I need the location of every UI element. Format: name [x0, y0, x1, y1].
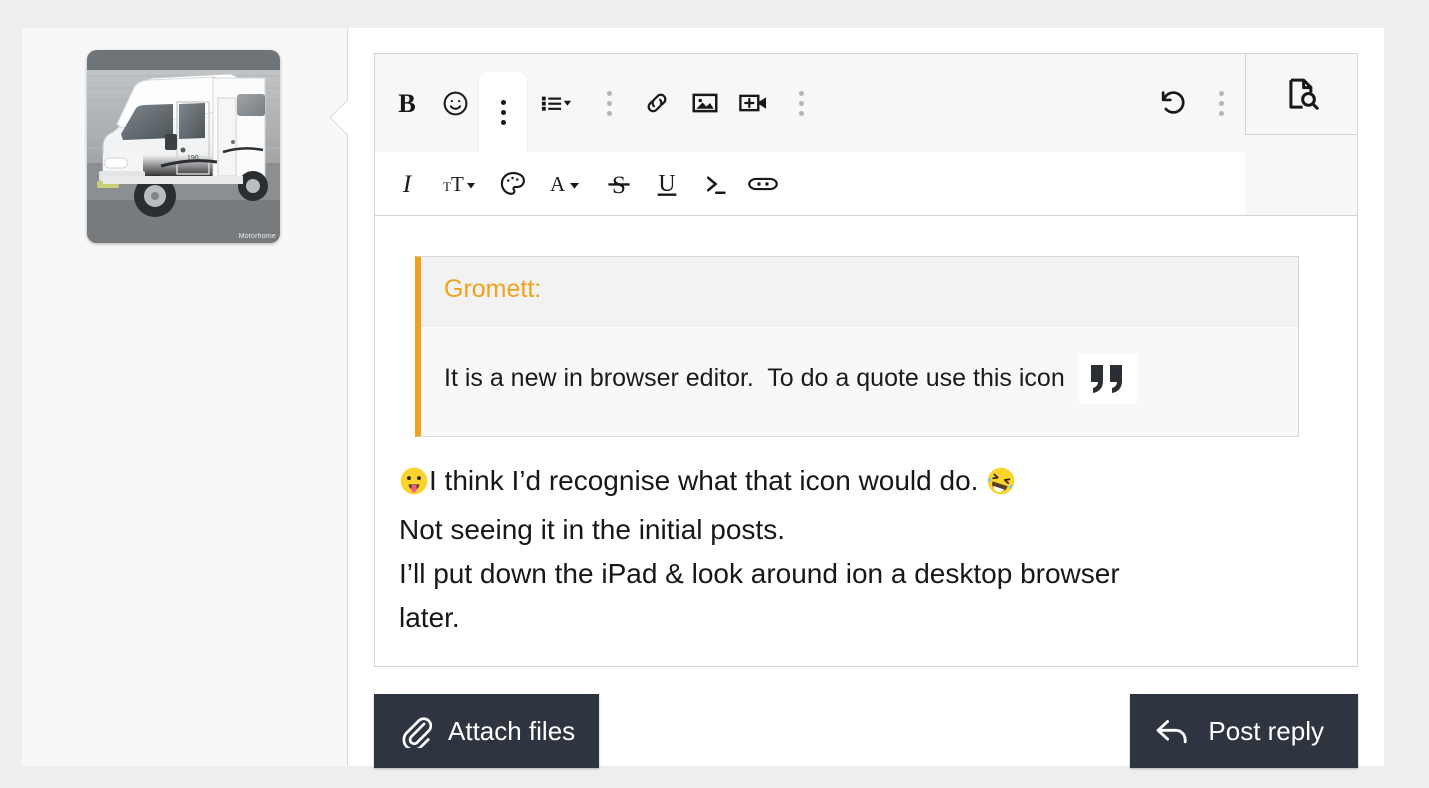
font-size-button[interactable]: T T [431, 160, 489, 208]
quote-block[interactable]: Gromett: It is a new in browser editor. … [415, 256, 1299, 437]
toolbar-rows: B I T T A U [375, 54, 1245, 215]
svg-text:U: U [658, 170, 675, 196]
more-options-button-3[interactable] [777, 79, 825, 127]
attach-files-label: Attach files [448, 716, 576, 747]
spoiler-button[interactable] [739, 160, 787, 208]
editor-toolbar: B I T T A U [374, 53, 1358, 215]
highlight-color-button[interactable] [489, 160, 537, 208]
italic-icon: I [402, 169, 413, 198]
image-button[interactable] [681, 79, 729, 127]
quote-header: Gromett: [421, 257, 1298, 326]
post-line-3: I’ll put down the iPad & look around ion… [399, 558, 1120, 590]
paperclip-icon [402, 717, 432, 749]
video-button[interactable] [729, 79, 777, 127]
link-icon [647, 93, 667, 113]
attach-files-button[interactable]: Attach files [374, 694, 600, 769]
toolbar-row-secondary: I T T A U [375, 152, 1245, 215]
quote-author: Gromett: [444, 275, 542, 303]
reply-arrow-icon [1157, 720, 1188, 744]
avatar-watermark: Motorhome [238, 233, 276, 240]
code-prompt-icon [706, 176, 726, 194]
text-color-icon: A [550, 172, 579, 196]
post-line-1-text: I think I’d recognise what that icon wou… [429, 464, 987, 496]
avatar-column: 190 Motorhome [22, 28, 348, 766]
rofl-emoji [986, 465, 1016, 509]
undo-button[interactable] [1149, 79, 1197, 127]
image-icon [692, 93, 718, 113]
quote-text: It is a new in browser editor. To do a q… [444, 363, 1065, 392]
bold-icon: B [398, 89, 416, 118]
more-options-button-4[interactable] [1197, 79, 1245, 127]
quote-body: It is a new in browser editor. To do a q… [421, 326, 1298, 436]
vertical-dots-icon [606, 90, 612, 116]
svg-text:T: T [443, 179, 451, 194]
palette-icon [500, 171, 525, 195]
code-button[interactable] [691, 160, 739, 208]
face-rofl-icon [987, 467, 1015, 494]
document-search-icon [1288, 78, 1319, 110]
vertical-dots-icon [1218, 90, 1224, 116]
avatar[interactable]: 190 Motorhome [87, 50, 280, 243]
post-text[interactable]: I think I’d recognise what that icon wou… [397, 451, 1335, 641]
post-line-1: I think I’d recognise what that icon wou… [399, 459, 1333, 509]
quote-glyph-icon [1090, 364, 1122, 393]
tongue-out-emoji [399, 465, 429, 509]
text-color-button[interactable]: A [537, 160, 595, 208]
more-options-button-1[interactable] [479, 72, 527, 152]
svg-text:190: 190 [187, 155, 199, 162]
strikethrough-icon: S [608, 171, 630, 198]
spoiler-mask-icon [748, 177, 778, 190]
strikethrough-button[interactable]: S [595, 160, 643, 208]
emoji-button[interactable] [431, 79, 479, 127]
undo-icon [1161, 91, 1185, 114]
more-options-button-2[interactable] [585, 79, 633, 127]
speech-bubble-pointer [322, 97, 348, 149]
toolbar-row-primary: B [375, 54, 1245, 152]
post-reply-label: Post reply [1208, 716, 1324, 747]
smiley-icon [443, 91, 467, 115]
quote-glyph-chip [1078, 353, 1137, 404]
svg-text:I: I [402, 169, 413, 198]
post-line-2: Not seeing it in the initial posts. [399, 514, 785, 546]
editor-column: B I T T A U Gromett: It is a new in brow… [348, 28, 1384, 769]
svg-text:B: B [398, 89, 416, 118]
svg-text:A: A [550, 172, 566, 196]
vertical-dots-icon [500, 99, 506, 125]
post-reply-button[interactable]: Post reply [1130, 694, 1358, 769]
post-line-4: later. [399, 602, 460, 634]
composer: B I T T A U Gromett: It is a new in brow… [374, 53, 1358, 769]
face-tongue-icon [400, 467, 428, 494]
bullet-list-button[interactable] [527, 79, 585, 127]
video-add-icon [738, 94, 766, 112]
underline-button[interactable]: U [643, 160, 691, 208]
bold-button[interactable]: B [383, 79, 431, 127]
preview-button[interactable] [1245, 54, 1357, 135]
action-bar: Attach files Post reply [374, 694, 1358, 769]
bullet-list-icon [541, 96, 571, 111]
vertical-dots-icon [798, 90, 804, 116]
reply-composer-card: 190 Motorhome B I T T A U Gromett: It is… [22, 28, 1384, 769]
editor-content-area[interactable]: Gromett: It is a new in browser editor. … [374, 215, 1358, 668]
italic-button[interactable]: I [383, 160, 431, 208]
font-size-icon: T T [443, 172, 475, 196]
underline-icon: U [657, 170, 677, 196]
motorhome-photo: 190 [87, 50, 280, 243]
link-button[interactable] [633, 79, 681, 127]
svg-text:T: T [451, 172, 464, 196]
